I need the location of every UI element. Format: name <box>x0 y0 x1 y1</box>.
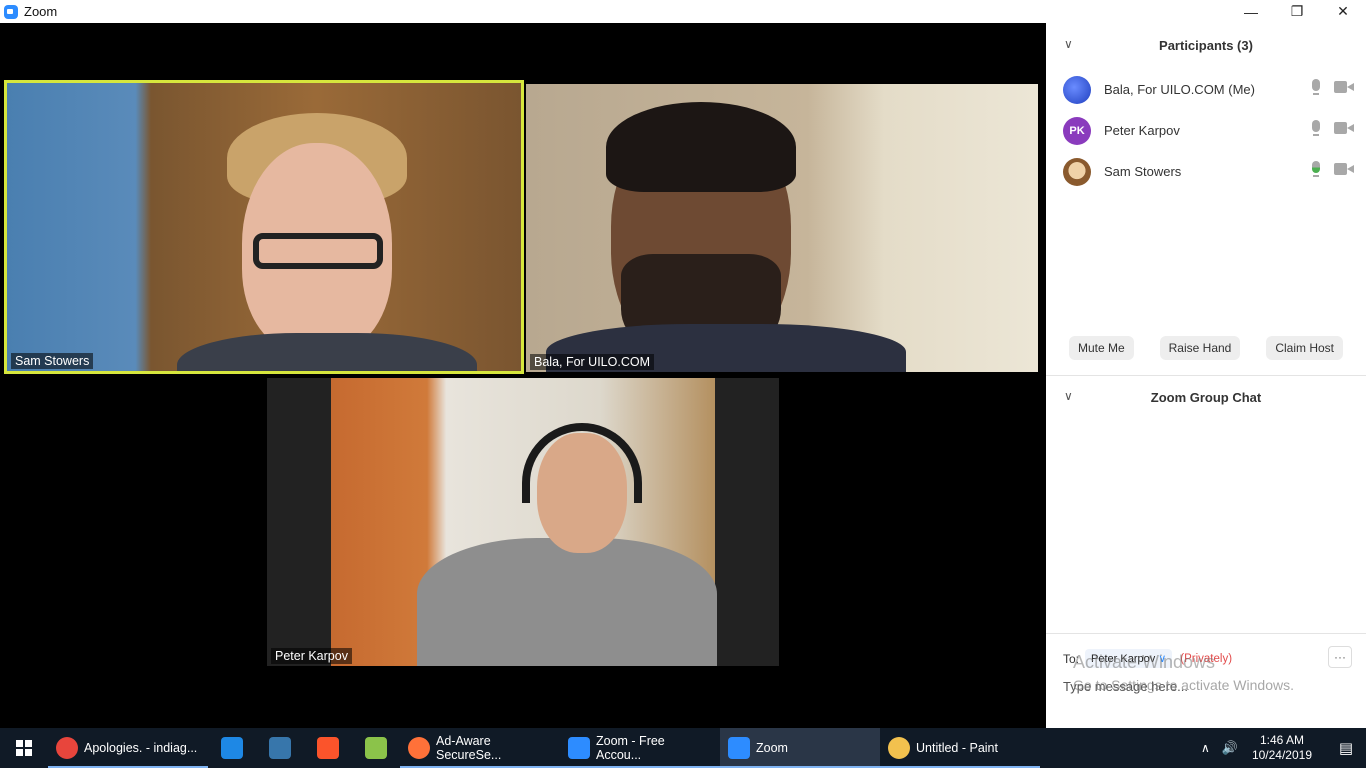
chevron-down-icon[interactable]: ∨ <box>1064 37 1073 51</box>
taskbar-item-label: Ad-Aware SecureSe... <box>436 734 502 762</box>
taskbar: Apologies. - indiag... Ad-Aware SecureSe… <box>0 728 1366 768</box>
taskbar-item-notepad[interactable] <box>352 728 400 768</box>
chat-header: ∨ Zoom Group Chat <box>1046 375 1366 419</box>
zoom-icon <box>728 737 750 759</box>
chat-title: Zoom Group Chat <box>1150 389 1262 405</box>
video-camera-icon[interactable] <box>1334 122 1354 134</box>
participant-row[interactable]: Bala, For UILO.COM (Me) <box>1046 69 1366 110</box>
claim-host-button[interactable]: Claim Host <box>1266 336 1343 360</box>
avatar: PK <box>1063 116 1091 145</box>
microphone-speaking-icon[interactable] <box>1312 161 1320 177</box>
taskbar-item-python[interactable] <box>256 728 304 768</box>
participant-row[interactable]: Sam Stowers <box>1046 151 1366 192</box>
participant-actions: Mute Me Raise Hand Claim Host <box>1046 336 1366 360</box>
start-button[interactable] <box>0 728 48 768</box>
title-bar: Zoom — ❐ ✕ <box>0 0 1366 23</box>
mute-me-button[interactable]: Mute Me <box>1068 336 1134 360</box>
window-controls: — ❐ ✕ <box>1228 0 1366 23</box>
zoom-icon <box>568 737 590 759</box>
divider <box>1046 633 1366 634</box>
more-options-button[interactable]: ··· <box>1328 646 1352 668</box>
video-tile-bala[interactable]: Bala, For UILO.COM <box>526 84 1038 372</box>
close-button[interactable]: ✕ <box>1320 0 1366 23</box>
video-gallery: Sam Stowers Bala, For UILO.COM Peter Kar… <box>0 23 1046 728</box>
participant-row[interactable]: PK Peter Karpov <box>1046 110 1366 151</box>
zoom-logo-icon <box>4 4 18 19</box>
video-camera-icon[interactable] <box>1334 81 1354 93</box>
video-tile-peter-karpov[interactable]: Peter Karpov <box>267 378 779 666</box>
taskbar-item-firefox[interactable]: Ad-Aware SecureSe... <box>400 728 560 768</box>
windows-logo-icon <box>16 740 32 756</box>
taskbar-item-network[interactable] <box>208 728 256 768</box>
to-label: To: <box>1063 651 1080 666</box>
blue-figure-avatar-icon <box>1063 75 1091 104</box>
taskbar-item-label: Apologies. - indiag... <box>84 741 198 755</box>
chevron-up-icon[interactable]: ∧ <box>1201 741 1210 755</box>
video-camera-icon[interactable] <box>1334 163 1354 175</box>
recipient-dropdown[interactable]: Peter Karpov ∨ <box>1085 649 1173 668</box>
side-panel: ∨ Participants (3) Bala, For UILO.COM (M… <box>1046 23 1366 728</box>
taskbar-item-brave[interactable] <box>304 728 352 768</box>
video-name-label: Peter Karpov <box>271 648 352 664</box>
window-title: Zoom <box>24 4 58 19</box>
brave-icon <box>317 737 339 759</box>
privately-label: (Privately) <box>1180 652 1233 665</box>
chrome-icon <box>56 737 78 759</box>
video-tile-sam-stowers[interactable]: Sam Stowers <box>4 80 524 374</box>
participant-name: Bala, For UILO.COM (Me) <box>1104 82 1255 97</box>
video-name-label: Bala, For UILO.COM <box>530 354 654 370</box>
participant-list: Bala, For UILO.COM (Me) PK Peter Karpov … <box>1046 69 1366 192</box>
taskbar-item-label: Zoom <box>756 741 788 755</box>
taskbar-item-zoom[interactable]: Zoom <box>720 728 880 768</box>
participants-title: Participants (3) <box>1159 37 1253 53</box>
participant-name: Sam Stowers <box>1104 164 1182 179</box>
restore-button[interactable]: ❐ <box>1274 0 1320 23</box>
taskbar-item-zoom-free-account[interactable]: Zoom - Free Accou... <box>560 728 720 768</box>
recipient-value: Peter Karpov <box>1091 653 1156 665</box>
volume-icon[interactable]: 🔊 <box>1222 740 1238 756</box>
cartoon-avatar-icon <box>1063 157 1091 186</box>
chat-message-input[interactable] <box>1063 676 1203 696</box>
clock[interactable]: 1:46 AM 10/24/2019 <box>1252 733 1312 763</box>
firefox-icon <box>408 737 430 759</box>
chat-recipient: To: Peter Karpov ∨ (Privately) <box>1063 649 1232 668</box>
microphone-icon[interactable] <box>1312 79 1320 95</box>
participant-name: Peter Karpov <box>1104 123 1180 138</box>
taskbar-item-label: Zoom - Free Accou... <box>596 734 665 762</box>
microphone-icon[interactable] <box>1312 120 1320 136</box>
system-tray: ∧ 🔊 1:46 AM 10/24/2019 ▤ <box>1201 728 1366 768</box>
clock-time: 1:46 AM <box>1259 733 1304 747</box>
raise-hand-button[interactable]: Raise Hand <box>1159 336 1241 360</box>
network-icon <box>221 737 243 759</box>
taskbar-item-label: Untitled - Paint <box>916 741 998 755</box>
python-icon <box>269 737 291 759</box>
taskbar-item-paint[interactable]: Untitled - Paint <box>880 728 1040 768</box>
notepad-icon <box>365 737 387 759</box>
taskbar-item-chrome[interactable]: Apologies. - indiag... <box>48 728 208 768</box>
minimize-button[interactable]: — <box>1228 0 1274 23</box>
clock-date: 10/24/2019 <box>1251 748 1312 762</box>
video-name-label: Sam Stowers <box>11 353 94 369</box>
paint-icon <box>888 737 910 759</box>
notification-icon[interactable]: ▤ <box>1326 728 1366 768</box>
chevron-down-icon: ∨ <box>1158 653 1167 665</box>
chevron-down-icon[interactable]: ∨ <box>1064 389 1073 403</box>
participants-header: ∨ Participants (3) <box>1046 23 1366 67</box>
